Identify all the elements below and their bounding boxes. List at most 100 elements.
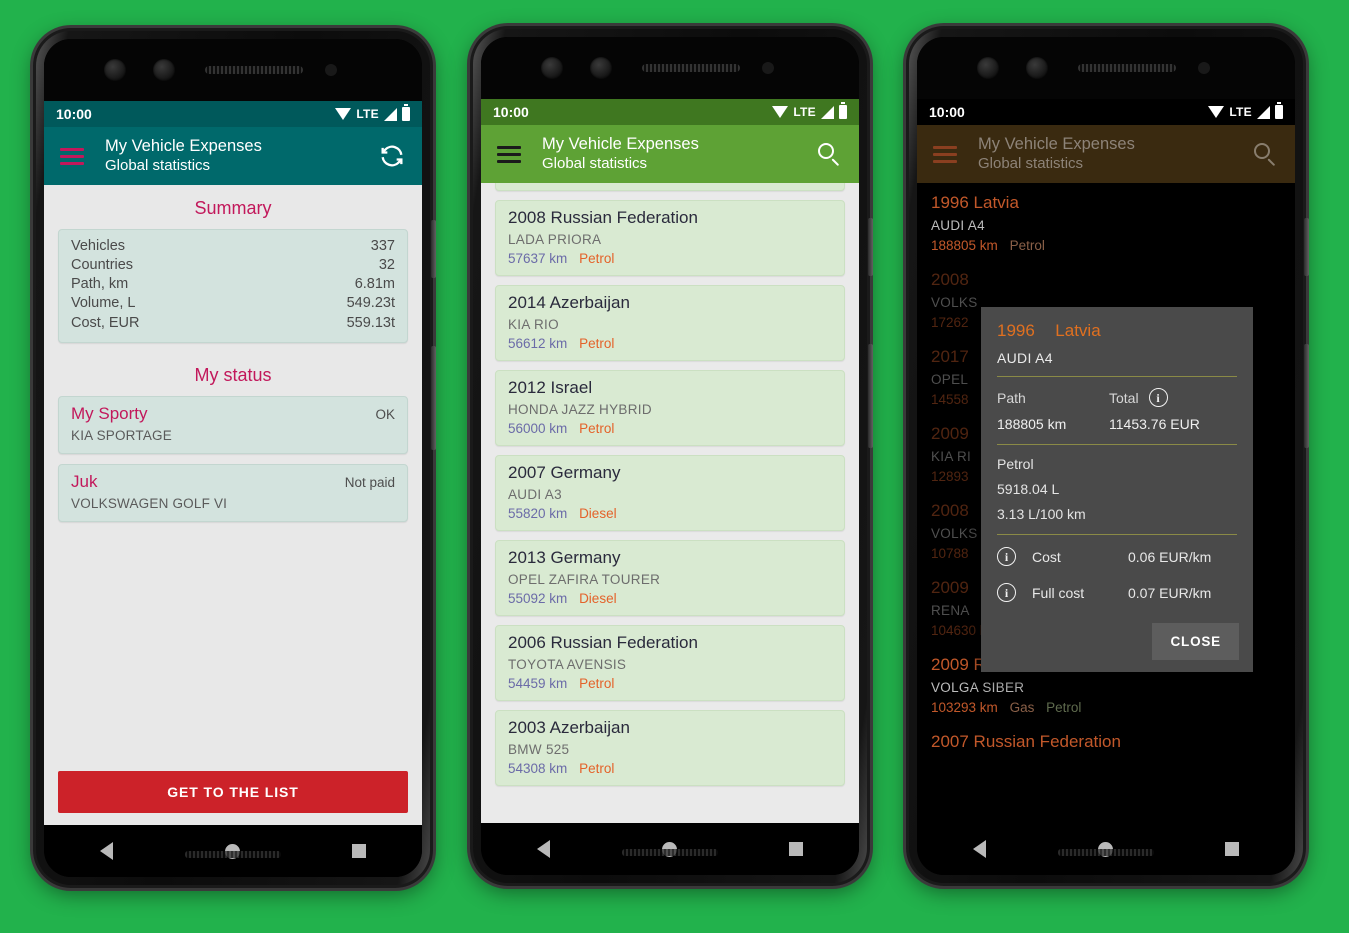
- proximity-sensor-icon: [762, 62, 774, 74]
- page-subtitle: Global statistics: [105, 156, 211, 174]
- phone-2-screen: 10:00 LTE My Vehicle Expenses Global sta…: [481, 37, 859, 875]
- vehicle-km: 57637 km: [508, 251, 568, 266]
- vehicle-km: 57988 km: [508, 183, 567, 184]
- vehicle-title: 2008 Russian Federation: [508, 208, 698, 227]
- my-status-heading: My status: [194, 364, 272, 385]
- summary-label: Cost, EUR: [71, 314, 140, 331]
- recent-apps-icon[interactable]: [1225, 842, 1239, 856]
- status-item-model: VOLKSWAGEN GOLF VI: [71, 495, 228, 511]
- list-item-clipped[interactable]: 57988 km Diesel: [495, 183, 845, 191]
- close-button[interactable]: CLOSE: [1152, 623, 1239, 660]
- list-item[interactable]: 2012 Israel HONDA JAZZ HYBRID 56000 km P…: [495, 370, 845, 446]
- vehicle-meta: 188805 km Petrol: [931, 238, 1281, 253]
- summary-value: 559.13t: [346, 314, 395, 331]
- network-type-label: LTE: [1229, 105, 1252, 119]
- list-item[interactable]: 1996 Latvia AUDI A4 188805 km Petrol: [931, 193, 1281, 253]
- status-item-model: KIA SPORTAGE: [71, 427, 172, 443]
- fuel-type-label: Petrol: [997, 456, 1034, 472]
- vehicle-meta: 54308 km Petrol: [508, 761, 832, 776]
- list-item[interactable]: 2013 Germany OPEL ZAFIRA TOURER 55092 km…: [495, 540, 845, 616]
- dialog-year: 1996: [997, 321, 1035, 340]
- vehicle-list[interactable]: 57988 km Diesel 2008 Russian Federation …: [481, 183, 859, 786]
- summary-label: Countries: [71, 257, 134, 274]
- dialog-values-row: 188805 km 11453.76 EUR: [997, 416, 1237, 432]
- info-icon[interactable]: i: [997, 583, 1016, 602]
- vehicle-fuel-secondary: Petrol: [1046, 700, 1082, 715]
- status-bar: 10:00 LTE: [481, 99, 859, 125]
- power-button[interactable]: [1304, 218, 1309, 276]
- volume-button[interactable]: [1304, 344, 1309, 448]
- recent-apps-icon[interactable]: [789, 842, 803, 856]
- list-item[interactable]: 2007 Russian Federation: [931, 732, 1281, 752]
- vehicle-km: 54459 km: [508, 676, 568, 691]
- hamburger-icon[interactable]: [497, 145, 521, 163]
- summary-row: Cost, EUR 559.13t: [71, 314, 395, 333]
- status-bar: 10:00 LTE: [917, 99, 1295, 125]
- status-item[interactable]: Juk Not paid VOLKSWAGEN GOLF VI: [58, 463, 408, 522]
- page-subtitle: Global statistics: [542, 154, 648, 172]
- full-cost-row: i Full cost 0.07 EUR/km: [997, 583, 1237, 602]
- phone-1-screen: 10:00 LTE My Vehicle Expenses Global sta…: [44, 39, 422, 877]
- fuel-volume-value: 5918.04 L: [997, 481, 1060, 497]
- list-item[interactable]: 2008 Russian Federation LADA PRIORA 5763…: [495, 200, 845, 276]
- page-subtitle: Global statistics: [978, 154, 1084, 172]
- hamburger-icon[interactable]: [60, 147, 84, 165]
- vehicle-model: AUDI A4: [931, 218, 985, 233]
- path-value: 188805 km: [997, 416, 1067, 432]
- vehicle-meta: 55092 km Diesel: [508, 591, 832, 606]
- back-icon[interactable]: [537, 840, 550, 858]
- vehicle-title: 2003 Azerbaijan: [508, 718, 630, 737]
- vehicle-meta: 56612 km Petrol: [508, 336, 832, 351]
- get-to-the-list-button[interactable]: GET TO THE LIST: [58, 771, 408, 813]
- dialog-header: 1996 Latvia AUDI A4: [981, 307, 1253, 376]
- vehicle-details-dialog: 1996 Latvia AUDI A4 Path Total i 188805 …: [981, 307, 1253, 672]
- front-camera-icon: [104, 59, 126, 81]
- earpiece-speaker: [205, 66, 303, 74]
- app-bar-titles: My Vehicle Expenses Global statistics: [105, 137, 378, 174]
- vehicle-km: 103293 km: [931, 700, 998, 715]
- summary-row: Volume, L 549.23t: [71, 294, 395, 313]
- vehicle-fuel: Petrol: [579, 336, 615, 351]
- search-icon[interactable]: [1251, 140, 1279, 168]
- front-camera-icon: [977, 57, 999, 79]
- recent-apps-icon[interactable]: [352, 844, 366, 858]
- vehicle-meta: 57637 km Petrol: [508, 251, 832, 266]
- vehicle-meta: 103293 km Gas Petrol: [931, 700, 1281, 715]
- info-icon[interactable]: i: [1148, 388, 1168, 407]
- search-icon[interactable]: [815, 140, 843, 168]
- power-button[interactable]: [431, 220, 436, 278]
- front-camera-icon: [541, 57, 563, 79]
- list-item[interactable]: 2006 Russian Federation TOYOTA AVENSIS 5…: [495, 625, 845, 701]
- vehicle-km: 54308 km: [508, 761, 568, 776]
- volume-button[interactable]: [431, 346, 436, 450]
- status-item[interactable]: My Sporty OK KIA SPORTAGE: [58, 395, 408, 454]
- refresh-icon[interactable]: [378, 142, 406, 170]
- cta-container: GET TO THE LIST: [44, 771, 422, 813]
- info-icon[interactable]: i: [997, 547, 1016, 566]
- summary-value: 6.81m: [354, 276, 395, 293]
- signal-icon: [384, 107, 397, 121]
- back-icon[interactable]: [973, 840, 986, 858]
- front-camera-2-icon: [1026, 57, 1048, 79]
- earpiece-speaker: [642, 64, 740, 72]
- status-bar: 10:00 LTE: [44, 101, 422, 127]
- screenshot-stage: 10:00 LTE My Vehicle Expenses Global sta…: [0, 0, 1349, 933]
- vehicle-model: LADA PRIORA: [508, 232, 602, 247]
- power-button[interactable]: [868, 218, 873, 276]
- total-label: Total: [1109, 389, 1139, 406]
- phone-device-2: 10:00 LTE My Vehicle Expenses Global sta…: [470, 26, 873, 886]
- list-item[interactable]: 2014 Azerbaijan KIA RIO 56612 km Petrol: [495, 285, 845, 361]
- back-icon[interactable]: [100, 842, 113, 860]
- hamburger-icon[interactable]: [933, 145, 957, 163]
- list-item[interactable]: 2007 Germany AUDI A3 55820 km Diesel: [495, 455, 845, 531]
- vehicle-fuel: Diesel: [579, 506, 617, 521]
- vehicle-meta: 54459 km Petrol: [508, 676, 832, 691]
- app-bar-titles: My Vehicle Expenses Global statistics: [542, 135, 815, 172]
- app-bar-titles: My Vehicle Expenses Global statistics: [978, 135, 1251, 172]
- list-item[interactable]: 2003 Azerbaijan BMW 525 54308 km Petrol: [495, 710, 845, 786]
- vehicle-km: 10788: [931, 546, 969, 561]
- sensor-bar: [917, 37, 1295, 99]
- status-item-name: My Sporty: [71, 403, 148, 423]
- signal-icon: [821, 105, 834, 119]
- volume-button[interactable]: [868, 344, 873, 448]
